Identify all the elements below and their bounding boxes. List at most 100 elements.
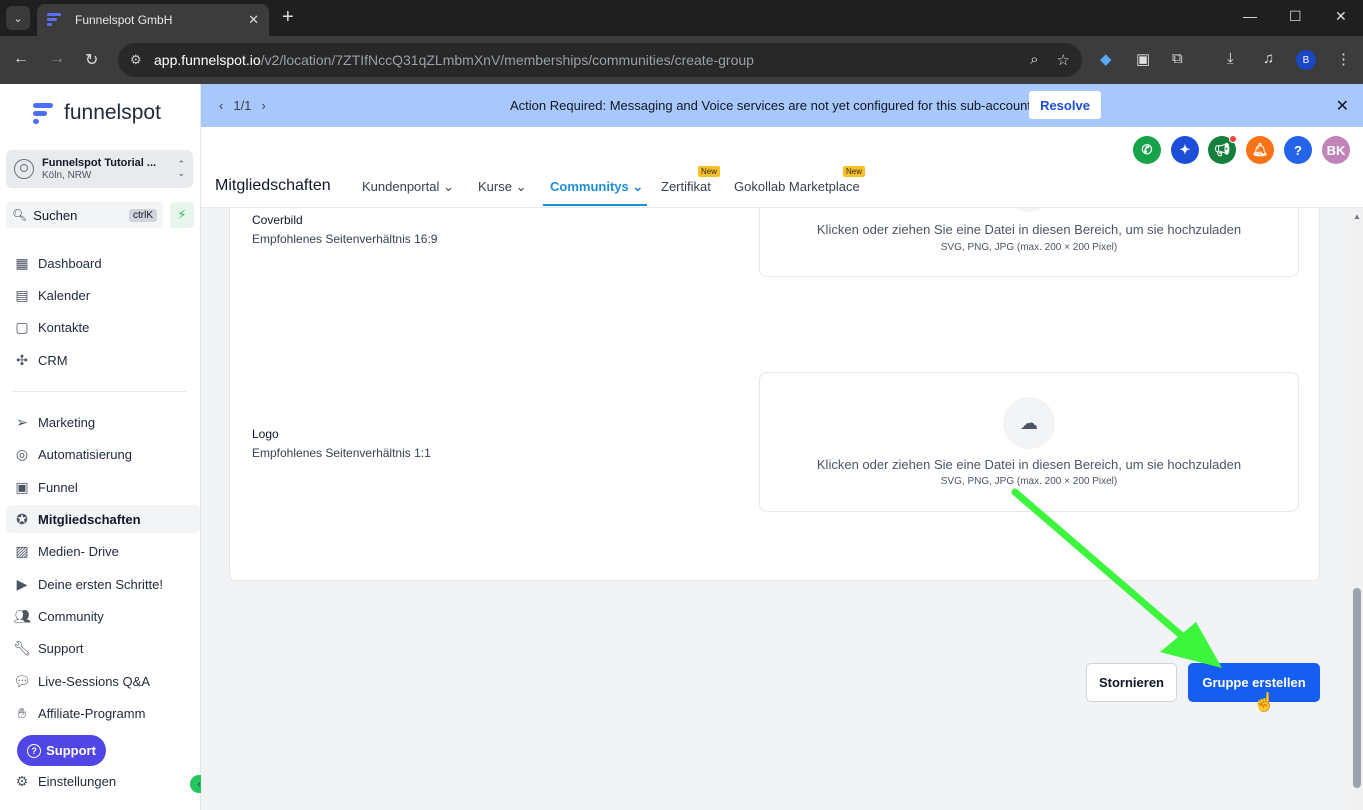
minimize-icon[interactable]: — <box>1243 8 1257 24</box>
notifications-button[interactable]: 🔔︎ <box>1246 136 1274 164</box>
logo-upload-dropzone[interactable]: ☁ Klicken oder ziehen Sie eine Datei in … <box>759 372 1299 512</box>
sidebar-item-kontakte[interactable]: ▢ Kontakte <box>6 313 200 341</box>
browser-tabbar: ⌄ Funnelspot GmbH ✕ + — ☐ ✕ <box>0 0 1363 36</box>
tab-marketplace[interactable]: Gokollab Marketplace <box>734 179 860 194</box>
new-badge: New <box>698 166 721 177</box>
tab-search-button[interactable]: ⌄ <box>6 6 30 30</box>
brand-logo[interactable]: funnelspot <box>30 101 161 125</box>
tab-communitys[interactable]: Communitys ⌄ <box>550 179 643 195</box>
forward-icon[interactable]: → <box>49 50 65 68</box>
close-icon[interactable]: ✕ <box>1336 96 1349 116</box>
reload-icon[interactable]: ↻ <box>85 50 98 70</box>
sidebar: funnelspot Funnelspot Tutorial ... Köln,… <box>0 84 208 810</box>
upload-cloud-icon: ⇧ <box>1003 208 1055 212</box>
ai-button[interactable]: ✦ <box>1171 136 1199 164</box>
sidebar-item-funnel[interactable]: ▣ Funnel <box>6 473 200 501</box>
contacts-icon: ▢ <box>15 318 29 335</box>
phone-button[interactable]: ✆ <box>1133 136 1161 164</box>
sidebar-item-einstellungen[interactable]: ⚙ Einstellungen <box>6 767 200 795</box>
banner-message: Action Required: Messaging and Voice ser… <box>510 98 1035 113</box>
phone-icon: ✆ <box>1141 142 1153 157</box>
chevron-updown-icon: ⌃ ⌄ <box>177 159 185 178</box>
cancel-button[interactable]: Stornieren <box>1086 663 1177 702</box>
sidebar-item-erste-schritte[interactable]: ▶ Deine ersten Schritte! <box>6 570 200 598</box>
search-icon: 🔍︎ <box>12 208 28 222</box>
url-text: app.funnelspot.io/v2/location/7ZTIfNccQ3… <box>154 52 754 68</box>
code-extension-icon[interactable]: ▣ <box>1136 50 1150 68</box>
account-location: Köln, NRW <box>42 170 92 181</box>
funnel-icon: ▣ <box>15 478 29 495</box>
send-icon: ➢ <box>16 413 28 430</box>
maximize-icon[interactable]: ☐ <box>1289 8 1302 25</box>
announcements-button[interactable]: 📢︎ <box>1208 135 1237 164</box>
image-icon: ▨ <box>15 542 29 559</box>
sidebar-item-mitgliedschaften[interactable]: ✪ Mitgliedschaften <box>6 505 200 533</box>
tab-kurse[interactable]: Kurse ⌄ <box>478 179 527 195</box>
hand-cursor-icon: ☝ <box>1253 692 1276 712</box>
download-icon[interactable]: ⤓ <box>1227 50 1234 67</box>
media-icon[interactable]: ♫ <box>1263 50 1274 67</box>
account-switcher[interactable]: Funnelspot Tutorial ... Köln, NRW ⌃ ⌄ <box>6 150 193 188</box>
sidebar-item-live-sessions[interactable]: 💬︎ Live-Sessions Q&A <box>6 667 200 695</box>
window-close-icon[interactable]: ✕ <box>1335 8 1347 25</box>
tab-zertifikat[interactable]: Zertifikat <box>661 179 711 194</box>
calendar-icon: ▤ <box>15 286 29 303</box>
sidebar-item-community[interactable]: 👥︎ Community <box>6 602 200 630</box>
brand-name: funnelspot <box>64 101 161 124</box>
back-icon[interactable]: ← <box>13 50 29 68</box>
close-icon[interactable]: ✕ <box>248 12 259 28</box>
cover-drop-text: Klicken oder ziehen Sie eine Datei in di… <box>816 222 1242 237</box>
user-avatar[interactable]: BK <box>1322 136 1350 164</box>
sparkle-icon: ✦ <box>1179 142 1191 157</box>
sidebar-item-crm[interactable]: ✣ CRM <box>6 346 200 374</box>
profile-avatar[interactable]: B <box>1296 50 1316 70</box>
scroll-up-icon[interactable]: ▲ <box>1353 212 1361 221</box>
cover-upload-dropzone[interactable]: ⇧ Klicken oder ziehen Sie eine Datei in … <box>759 208 1299 277</box>
play-icon: ▶ <box>16 575 28 592</box>
wrench-icon: 🔧︎ <box>13 639 31 656</box>
extension-icon[interactable]: ◆ <box>1100 50 1112 68</box>
cover-label: Coverbild <box>252 213 303 227</box>
sidebar-item-marketing[interactable]: ➢ Marketing <box>6 408 200 436</box>
address-bar[interactable]: ⚙ app.funnelspot.io/v2/location/7ZTIfNcc… <box>118 43 1082 77</box>
page-title: Mitgliedschaften <box>215 177 331 194</box>
sidebar-item-dashboard[interactable]: ▦ Dashboard <box>6 249 200 277</box>
scroll-thumb[interactable] <box>1353 588 1361 788</box>
active-tab-indicator <box>543 204 647 206</box>
page-scrollbar[interactable]: ▲ <box>1351 208 1363 810</box>
star-icon[interactable]: ☆ <box>1057 51 1070 69</box>
support-button[interactable]: ? Support <box>17 735 106 766</box>
chevron-left-icon[interactable]: ‹ <box>219 98 223 113</box>
award-icon: ✪ <box>16 510 28 527</box>
tab-kundenportal[interactable]: Kundenportal ⌄ <box>362 179 454 195</box>
app-header: ✆ ✦ 📢︎ 🔔︎ ? BK Mitgliedschaften Kundenpo… <box>201 127 1363 208</box>
search-input[interactable]: 🔍︎ Suchen ctrlK <box>6 202 163 228</box>
megaphone-icon: 📢︎ <box>1213 142 1231 157</box>
upload-cloud-icon: ☁ <box>1003 397 1055 449</box>
resolve-button[interactable]: Resolve <box>1029 91 1101 119</box>
cover-formats: SVG, PNG, JPG (max. 200 × 200 Pixel) <box>940 242 1118 253</box>
hand-coin-icon: ✋︎ <box>18 704 26 721</box>
chevron-down-icon: ⌄ <box>442 179 454 194</box>
help-button[interactable]: ? <box>1284 136 1312 164</box>
zoom-icon[interactable]: ⌕ <box>1030 51 1038 69</box>
chevron-right-icon[interactable]: › <box>261 98 265 113</box>
sidebar-item-medien-drive[interactable]: ▨ Medien- Drive <box>6 537 200 565</box>
sidebar-item-automatisierung[interactable]: ◎ Automatisierung <box>6 440 200 468</box>
browser-toolbar: ← → ↻ ⚙ app.funnelspot.io/v2/location/7Z… <box>0 36 1363 84</box>
chevron-down-icon: ⌄ <box>515 179 527 194</box>
quick-action-button[interactable]: ⚡︎ <box>170 202 194 228</box>
browser-tab[interactable]: Funnelspot GmbH ✕ <box>37 4 269 36</box>
sidebar-item-affiliate[interactable]: ✋︎ Affiliate-Programm <box>6 699 200 727</box>
sidebar-item-kalender[interactable]: ▤ Kalender <box>6 281 200 309</box>
search-shortcut: ctrlK <box>129 208 157 222</box>
puzzle-icon[interactable]: ⧉ <box>1172 50 1183 67</box>
cover-hint: Empfohlenes Seitenverhältnis 16:9 <box>252 232 438 246</box>
more-menu-icon[interactable]: ⋮ <box>1336 50 1351 68</box>
sidebar-item-support[interactable]: 🔧︎ Support <box>6 634 200 662</box>
site-info-icon[interactable]: ⚙ <box>130 52 154 68</box>
plus-icon[interactable]: + <box>282 6 294 28</box>
banner-pager: ‹ 1/1 › <box>219 98 266 113</box>
gear-icon: ⚙ <box>15 772 29 789</box>
funnelspot-favicon-icon <box>47 12 65 28</box>
